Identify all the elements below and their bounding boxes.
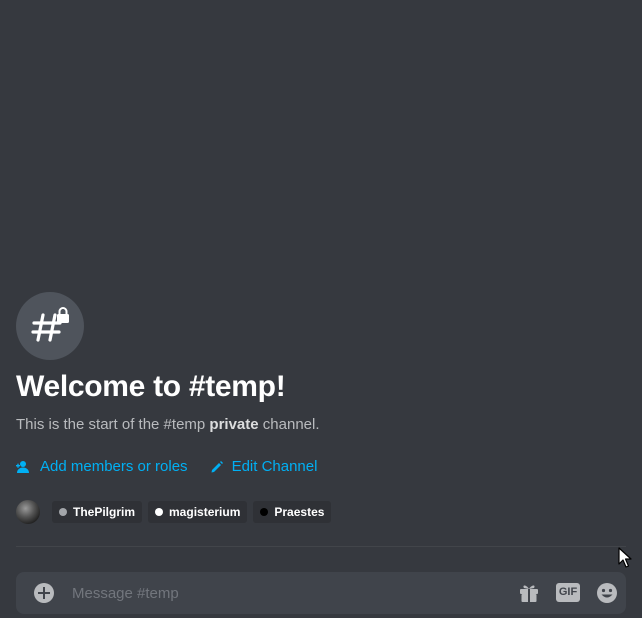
message-input[interactable] xyxy=(72,572,492,614)
member-chip[interactable]: magisterium xyxy=(148,501,248,523)
status-dot xyxy=(59,508,67,516)
member-chip[interactable]: ThePilgrim xyxy=(52,501,143,523)
gif-icon[interactable]: GIF xyxy=(556,583,580,602)
member-chip[interactable]: Praestes xyxy=(253,501,332,523)
pencil-icon xyxy=(210,460,224,474)
add-members-label: Add members or roles xyxy=(40,458,188,475)
welcome-description: This is the start of the #temp private c… xyxy=(16,416,320,433)
mouse-cursor-icon xyxy=(618,547,632,574)
add-circle-icon[interactable] xyxy=(34,583,54,603)
welcome-desc-prefix: This is the start of the #temp xyxy=(16,416,210,433)
member-list: ThePilgrim magisterium Praestes xyxy=(16,500,332,524)
chat-area: Welcome to #temp! This is the start of t… xyxy=(0,0,642,618)
member-name: magisterium xyxy=(169,505,241,519)
welcome-actions: Add members or roles Edit Channel xyxy=(16,458,317,475)
welcome-desc-bold: private xyxy=(209,416,259,433)
status-dot xyxy=(260,508,269,516)
add-user-icon xyxy=(16,460,32,474)
welcome-title: Welcome to #temp! xyxy=(16,370,286,403)
message-composer: GIF xyxy=(16,572,626,614)
status-dot xyxy=(155,508,164,516)
hashtag-lock-icon xyxy=(16,292,84,360)
gift-icon[interactable] xyxy=(518,582,540,609)
edit-channel-label: Edit Channel xyxy=(231,458,318,475)
emoji-icon[interactable] xyxy=(596,582,618,609)
member-name: Praestes xyxy=(274,505,325,519)
avatar[interactable] xyxy=(16,500,40,524)
add-members-button[interactable]: Add members or roles xyxy=(16,458,188,475)
member-name: ThePilgrim xyxy=(73,505,136,519)
edit-channel-button[interactable]: Edit Channel xyxy=(210,458,318,475)
welcome-desc-suffix: channel. xyxy=(258,416,320,433)
divider xyxy=(16,546,626,547)
channel-welcome: Welcome to #temp! This is the start of t… xyxy=(16,292,626,524)
